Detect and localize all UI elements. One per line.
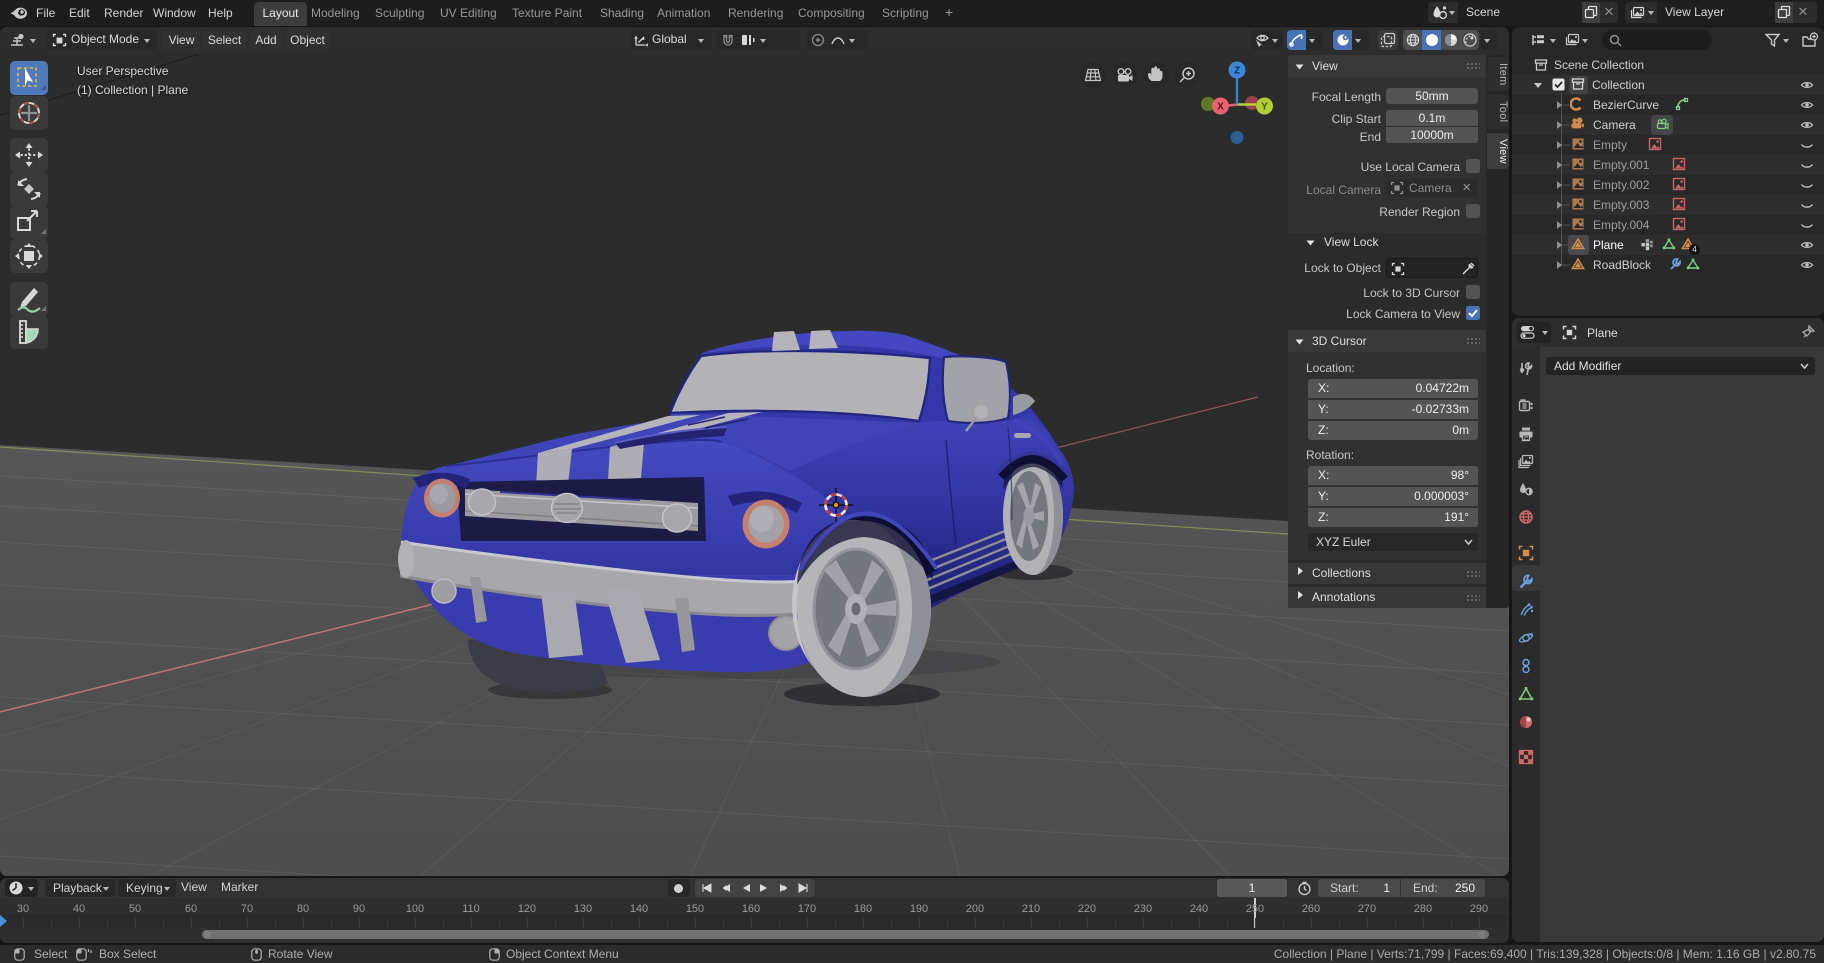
- svg-text:X: X: [1217, 102, 1224, 113]
- svg-text:Z: Z: [1234, 66, 1240, 77]
- svg-text:Y: Y: [1261, 102, 1268, 113]
